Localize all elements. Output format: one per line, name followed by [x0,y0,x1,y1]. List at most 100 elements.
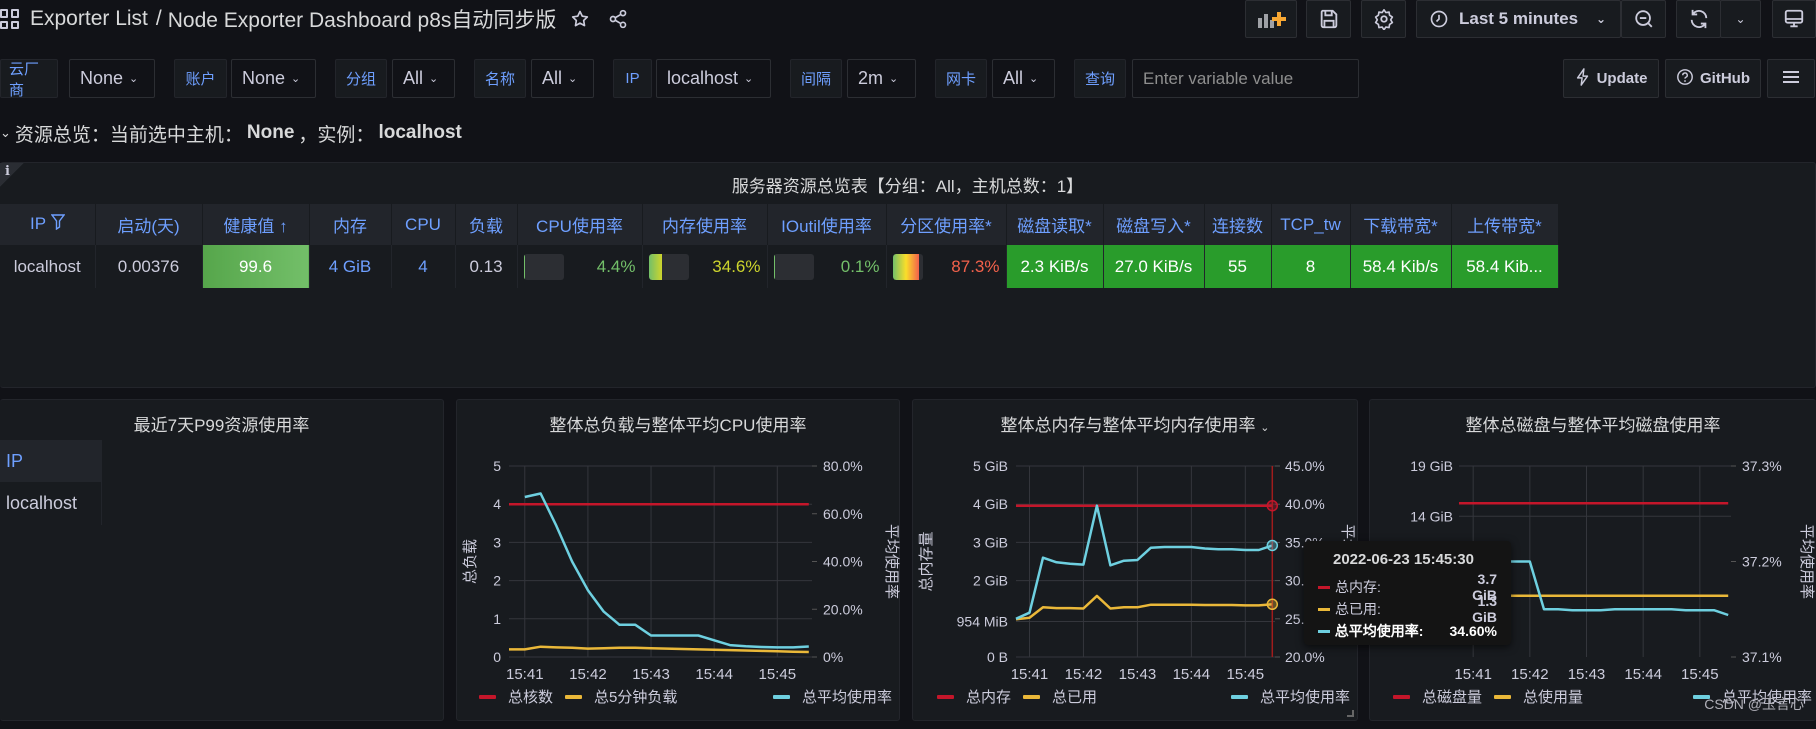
col-header-partition[interactable]: 分区使用率* [886,204,1007,245]
cell-mem-usage: 34.6% [642,245,768,288]
col-header-disk-write[interactable]: 磁盘写入* [1103,204,1205,245]
hover-point-marker [1266,598,1279,611]
var-select-name[interactable]: All ⌄ [531,59,594,98]
var-select-interval[interactable]: 2m ⌄ [847,59,916,98]
var-select-group[interactable]: All ⌄ [392,59,455,98]
x-tick-label: 15:45 [759,666,797,683]
y-right-tick-label: 40.0% [1285,496,1325,512]
p99-col-header-ip[interactable]: IP [0,440,102,482]
col-header-uptime[interactable]: 启动(天) [95,204,203,245]
legend-color-swatch [1393,694,1410,699]
breadcrumb-parent[interactable]: Exporter List [30,7,148,31]
col-header-disk-read[interactable]: 磁盘读取* [1006,204,1104,245]
var-label-ip: IP [613,59,652,98]
settings-button[interactable] [1361,0,1406,38]
refresh-button[interactable] [1676,0,1721,38]
col-header-cpu[interactable]: CPU [391,204,456,245]
y-right-tick-label: 0% [823,649,843,665]
refresh-interval-dropdown[interactable]: ⌄ [1720,0,1761,38]
x-tick-label: 15:45 [1681,666,1719,683]
legend-item-total-memory[interactable]: 总内存 [937,686,1011,707]
var-label-nic: 网卡 [935,59,987,98]
y-right-tick-label: 60.0% [823,506,863,522]
clock-icon [1429,9,1449,29]
legend-item-total-disk[interactable]: 总磁盘量 [1393,686,1482,707]
memory-chart-panel: 整体总内存与整体平均内存使用率 ⌄ 0 B 954 MiB 2 GiB 3 GiB 4 … [912,399,1358,721]
y-tick-label: 5 [493,458,501,474]
cell-cpu: 4 [391,245,456,288]
y-tick-label: 14 GiB [1410,508,1453,524]
share-icon[interactable] [604,5,632,33]
tooltip-label: 总内存: [1335,579,1381,595]
tv-mode-button[interactable] [1772,0,1816,38]
time-range-picker[interactable]: Last 5 minutes ⌄ [1416,0,1621,38]
cell-ip[interactable]: localhost [0,245,96,288]
var-select-account[interactable]: None ⌄ [231,59,316,98]
resize-handle-icon[interactable] [1347,710,1354,717]
legend-item-load5[interactable]: 总5分钟负载 [565,686,677,707]
tooltip-value: 34.60% [1449,623,1497,639]
legend-color-swatch [1494,694,1511,699]
chevron-down-icon: ⌄ [429,73,439,85]
partition-value: 87.3% [951,256,1000,276]
col-header-health[interactable]: 健康值 ↑ [202,204,310,245]
mem-usage-value: 34.6% [712,256,761,276]
cpu-load-chart-panel: 整体总负载与整体平均CPU使用率 0 1 2 3 4 5 0% 20.0% 40.0% 60.0%… [456,399,900,721]
save-icon [1318,8,1340,30]
legend-item-avg-usage[interactable]: 总平均使用率 [1231,686,1350,707]
hamburger-icon [1782,70,1800,88]
gear-icon [1373,8,1395,30]
update-link-button[interactable]: Update [1563,59,1659,98]
menu-button[interactable] [1767,59,1815,98]
cpu-load-chart[interactable]: 0 1 2 3 4 5 0% 20.0% 40.0% 60.0% 80.0% 15:41 15:42 15… [457,420,901,700]
legend-color-swatch [565,694,582,699]
query-input[interactable] [1132,59,1359,98]
tv-mode-icon [1783,8,1805,30]
filter-icon[interactable] [50,214,65,235]
save-button[interactable] [1306,0,1351,38]
dashboard-title[interactable]: Node Exporter Dashboard p8s自动同步版 [168,4,557,34]
add-panel-button[interactable] [1245,0,1297,38]
p99-row-ip[interactable]: localhost [0,482,102,525]
legend-item-avg-usage[interactable]: 总平均使用率 [773,686,892,707]
memory-chart[interactable]: 0 B954 MiB2 GiB3 GiB4 GiB5 GiB20.0%25.0%… [913,420,1359,700]
chevron-down-icon: ⌄ [1735,12,1746,26]
watermark: CSDN @玉言心 [1704,696,1804,712]
x-tick-label: 15:43 [632,666,670,683]
legend-item-total-cores[interactable]: 总核数 [479,686,553,707]
y-tick-label: 19 GiB [1410,458,1453,474]
breadcrumb: Exporter List / Node Exporter Dashboard … [0,4,632,34]
tooltip-swatch [1318,607,1330,611]
var-select-nic[interactable]: All ⌄ [992,59,1055,98]
col-header-download[interactable]: 下载带宽* [1350,204,1452,245]
github-link-button[interactable]: GitHub [1665,59,1761,98]
col-header-connections[interactable]: 连接数 [1204,204,1272,245]
col-header-cpu-usage[interactable]: CPU使用率 [517,204,643,245]
row-header-resource-overview[interactable]: ⌄ 资源总览：当前选中主机： None ，实例： localhost [0,118,462,148]
zoom-out-button[interactable] [1621,0,1666,38]
col-header-load[interactable]: 负载 [455,204,518,245]
y-tick-label: 2 GiB [973,573,1008,589]
cpu-usage-gauge [523,253,564,280]
panel-title: 最近7天P99资源使用率 [133,416,310,435]
var-label-cloud: 云厂商 [0,59,58,99]
star-icon[interactable] [566,5,594,33]
legend-item-total-used[interactable]: 总使用量 [1494,686,1583,707]
var-select-ip[interactable]: localhost ⌄ [656,59,771,98]
col-header-memory[interactable]: 内存 [309,204,392,245]
col-header-upload[interactable]: 上传带宽* [1451,204,1559,245]
x-tick-label: 15:45 [1227,666,1265,683]
col-header-ip[interactable]: IP [0,204,96,245]
refresh-icon [1688,8,1710,30]
tooltip-swatch [1318,585,1330,589]
legend-label: 总核数 [508,689,554,706]
var-value: All [403,68,424,88]
grid-icon[interactable] [0,9,20,29]
col-header-mem-usage[interactable]: 内存使用率 [642,204,768,245]
col-header-ioutil[interactable]: IOutil使用率 [767,204,887,245]
series-line-2 [1015,504,1273,620]
col-header-tcp-tw[interactable]: TCP_tw [1271,204,1351,245]
var-select-cloud[interactable]: None ⌄ [69,59,155,98]
y-axis-label: 总内存量 [918,531,935,591]
legend-item-total-used[interactable]: 总已用 [1023,686,1097,707]
